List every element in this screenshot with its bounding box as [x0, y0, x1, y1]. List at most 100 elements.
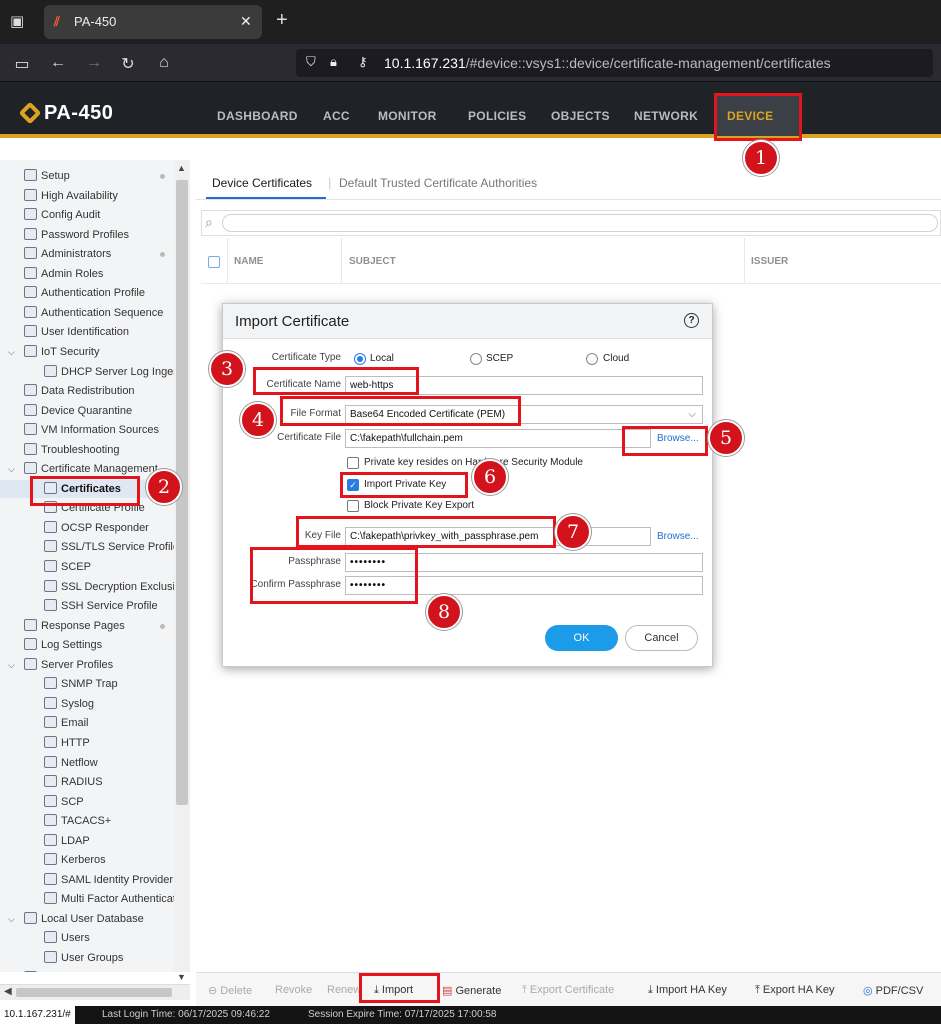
sidebar-item[interactable]: Troubleshooting — [24, 441, 189, 459]
new-tab-icon[interactable]: + — [276, 9, 288, 32]
lock-warning-icon[interactable]: 🔒︎ — [330, 54, 337, 70]
sidebar-item[interactable]: Email — [44, 714, 189, 732]
expand-caret-icon[interactable]: ⌵ — [8, 343, 15, 361]
sidebar-item[interactable]: VM Information Sources — [24, 421, 189, 439]
pdf-csv-button[interactable]: ◎ PDF/CSV — [863, 984, 923, 997]
sidebar-item[interactable]: RADIUS — [44, 773, 189, 791]
sidebar-item[interactable]: DHCP Server Log Ingest — [44, 363, 189, 381]
hsm-checkbox[interactable] — [347, 457, 359, 469]
radio-local[interactable] — [354, 353, 366, 365]
sidebar-item[interactable]: Users — [44, 929, 189, 947]
sidebar-item-label: Syslog — [61, 697, 95, 710]
sidebar-item[interactable]: SAML Identity Provider — [44, 871, 189, 889]
sidebar-item[interactable]: Administrators — [24, 245, 189, 263]
sidebar-item-icon — [24, 344, 37, 357]
back-icon[interactable]: ← — [48, 54, 68, 72]
sidebar-item[interactable]: SCEP — [44, 558, 189, 576]
highlight-import-button — [359, 973, 440, 1003]
import-ha-key-button[interactable]: ⤓ Import HA Key — [648, 984, 727, 997]
sidebar-item-icon — [44, 560, 57, 572]
tab-device-certificates[interactable]: Device Certificates — [212, 176, 312, 190]
sidebar-item-icon — [24, 208, 37, 221]
reload-icon[interactable]: ↻ — [118, 54, 138, 74]
sidebar-item[interactable]: SCP — [44, 793, 189, 811]
sidebar-item[interactable]: Authentication Profile — [24, 284, 189, 302]
url-field[interactable]: ⛉ 🔒︎ ⚷ 10.1.167.231/#device::vsys1::devi… — [296, 49, 933, 77]
sidebar-item[interactable]: SNMP Trap — [44, 675, 189, 693]
close-tab-icon[interactable]: ✕ — [240, 13, 252, 30]
generate-icon: ▤ — [442, 985, 456, 997]
sidebar-item[interactable]: Scheduled Log Export — [24, 969, 189, 972]
sidebar-item-label: SNMP Trap — [61, 678, 118, 691]
cancel-button[interactable]: Cancel — [625, 625, 698, 651]
status-bar: 10.1.167.231/# Last Login Time: 06/17/20… — [0, 1006, 941, 1024]
nav-dashboard[interactable]: DASHBOARD — [217, 109, 298, 123]
sidebar-item[interactable]: ⌵ IoT Security — [8, 343, 189, 361]
expand-caret-icon[interactable]: ⌵ — [8, 656, 15, 674]
key-file-browse[interactable]: Browse... — [657, 531, 699, 542]
sidebar-toggle-icon[interactable]: ▭ — [12, 54, 32, 74]
scroll-left-icon[interactable]: ◀ — [4, 986, 12, 997]
sidebar-item[interactable]: Netflow — [44, 754, 189, 772]
home-icon[interactable]: ⌂ — [154, 54, 174, 72]
tab-overview-icon[interactable]: ▣ — [10, 12, 24, 30]
expand-caret-icon[interactable]: ⌵ — [8, 460, 15, 478]
renew-button[interactable]: Renew — [327, 984, 361, 996]
hscroll-thumb[interactable] — [16, 988, 172, 997]
expand-caret-icon[interactable]: ⌵ — [8, 910, 15, 928]
revoke-button[interactable]: Revoke — [275, 984, 312, 996]
sidebar-item[interactable]: ⌵ Local User Database — [8, 910, 189, 928]
sidebar-item[interactable]: SSL Decryption Exclusion — [44, 578, 189, 596]
nav-policies[interactable]: POLICIES — [468, 109, 526, 123]
status-dot — [160, 252, 165, 258]
scroll-down-icon[interactable]: ▼ — [177, 972, 186, 982]
sidebar-item[interactable]: Admin Roles — [24, 265, 189, 283]
generate-button[interactable]: ▤ Generate — [442, 984, 501, 997]
block-export-checkbox[interactable] — [347, 500, 359, 512]
sidebar-hscrollbar[interactable]: ◀ — [0, 984, 190, 1000]
sidebar-item[interactable]: User Groups — [44, 949, 189, 967]
sidebar-item[interactable]: Authentication Sequence — [24, 304, 189, 322]
sidebar-item[interactable]: Log Settings — [24, 636, 189, 654]
nav-monitor[interactable]: MONITOR — [378, 109, 437, 123]
nav-network[interactable]: NETWORK — [634, 109, 698, 123]
sidebar-item[interactable]: Setup — [24, 167, 189, 185]
sidebar-item[interactable]: SSH Service Profile — [44, 597, 189, 615]
ok-button[interactable]: OK — [545, 625, 618, 651]
export-certificate-button[interactable]: ⤒ Export Certificate — [522, 984, 614, 997]
forward-icon[interactable]: → — [84, 54, 104, 72]
sidebar-item[interactable]: Response Pages — [24, 617, 189, 635]
browser-tab[interactable]: ⫽ PA-450 ✕ — [44, 5, 262, 39]
sidebar-item[interactable]: Syslog — [44, 695, 189, 713]
export-ha-key-button[interactable]: ⤒ Export HA Key — [755, 984, 834, 997]
key-icon[interactable]: ⚷ — [358, 54, 368, 70]
app-logo[interactable]: PA-450 — [18, 101, 113, 125]
sidebar-item[interactable]: HTTP — [44, 734, 189, 752]
sidebar-item[interactable]: OCSP Responder — [44, 519, 189, 537]
sidebar-item[interactable]: LDAP — [44, 832, 189, 850]
sidebar-item[interactable]: SSL/TLS Service Profile — [44, 538, 189, 556]
sidebar-item[interactable]: Config Audit — [24, 206, 189, 224]
sidebar-item[interactable]: Data Redistribution — [24, 382, 189, 400]
help-icon[interactable]: ? — [684, 313, 699, 328]
sidebar-item[interactable]: User Identification — [24, 323, 189, 341]
nav-objects[interactable]: OBJECTS — [551, 109, 610, 123]
scroll-up-icon[interactable]: ▲ — [177, 163, 186, 173]
radio-scep[interactable] — [470, 353, 482, 365]
sidebar-item-label: HTTP — [61, 736, 90, 749]
nav-acc[interactable]: ACC — [323, 109, 350, 123]
sidebar-item[interactable]: ⌵ Server Profiles — [8, 656, 189, 674]
annotation-badge: 7 — [555, 514, 591, 550]
sidebar-item[interactable]: Device Quarantine — [24, 402, 189, 420]
sidebar-item[interactable]: High Availability — [24, 187, 189, 205]
shield-icon[interactable]: ⛉ — [306, 54, 316, 70]
sidebar-item-icon — [24, 423, 37, 436]
delete-button[interactable]: ⊖ Delete — [208, 984, 252, 997]
radio-cloud[interactable] — [586, 353, 598, 365]
cert-file-input[interactable]: C:\fakepath\fullchain.pem — [345, 429, 651, 448]
sidebar-item[interactable]: Kerberos — [44, 851, 189, 869]
tab-default-trusted-cas[interactable]: Default Trusted Certificate Authorities — [339, 176, 537, 190]
sidebar-item[interactable]: Password Profiles — [24, 226, 189, 244]
sidebar-item[interactable]: TACACS+ — [44, 812, 189, 830]
sidebar-item[interactable]: Multi Factor Authentication — [44, 890, 189, 908]
